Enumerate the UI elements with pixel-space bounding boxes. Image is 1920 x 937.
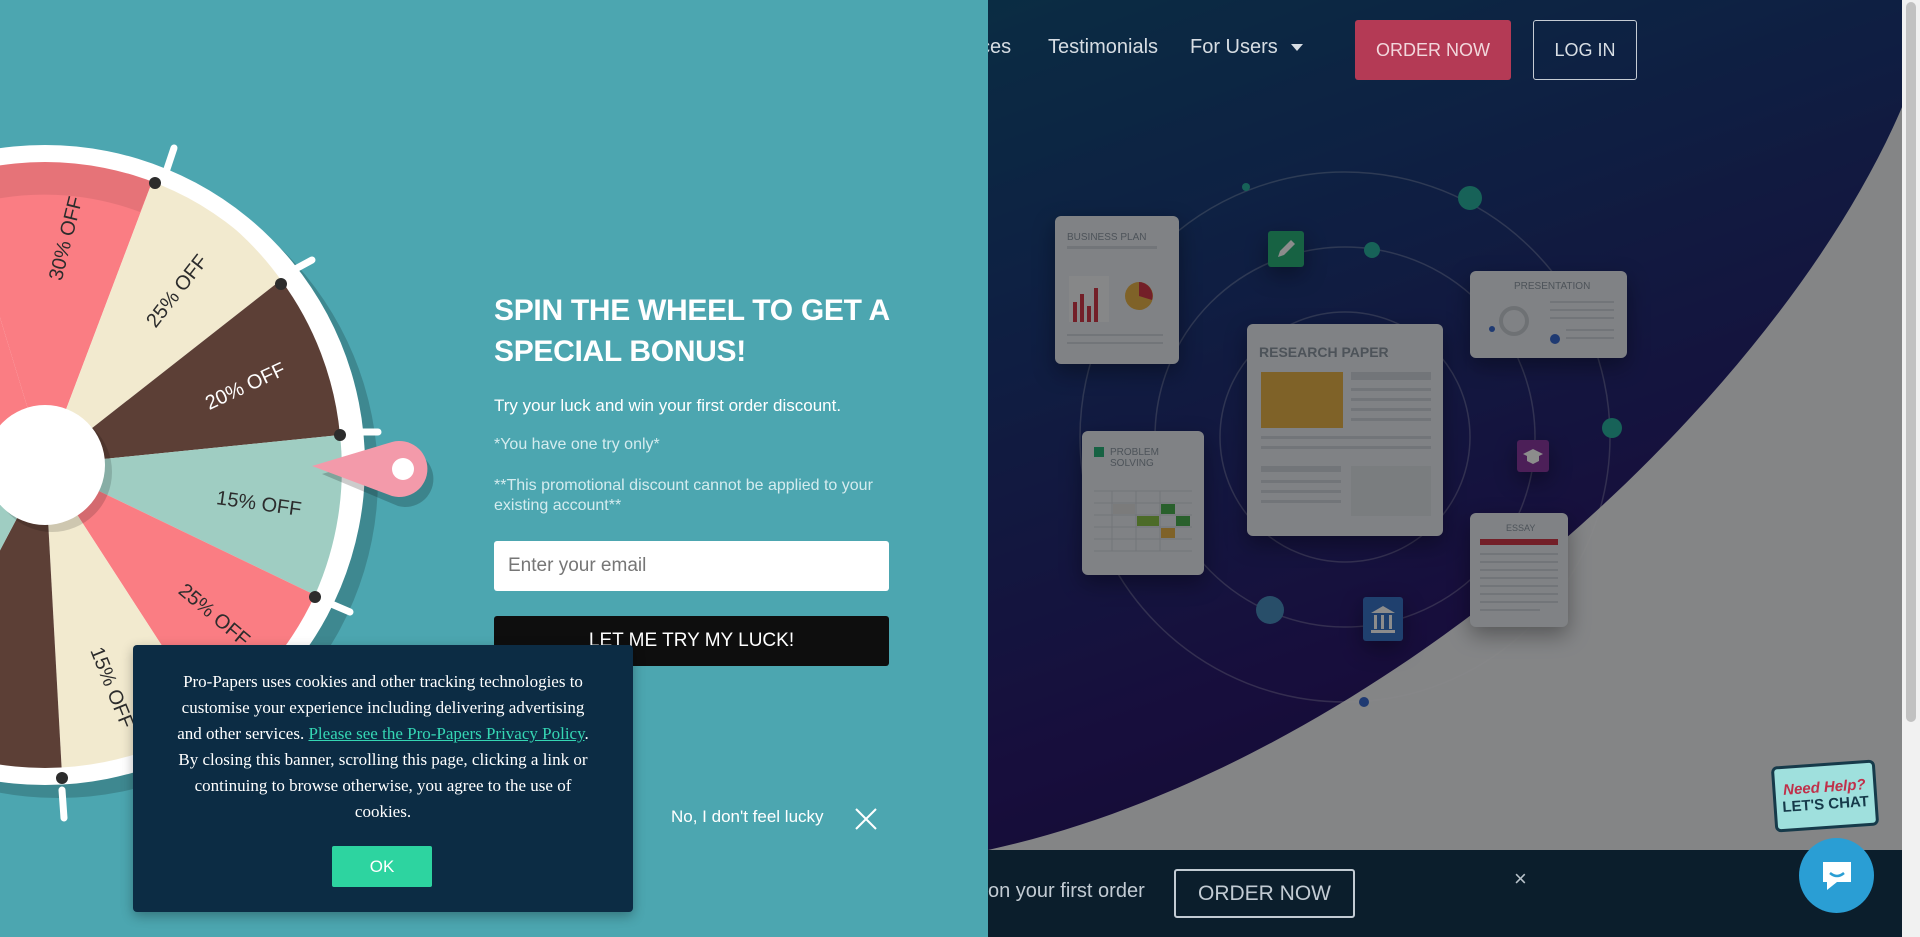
promo-order-now-button[interactable]: ORDER NOW bbox=[1174, 869, 1355, 918]
chat-button[interactable] bbox=[1799, 838, 1874, 913]
decline-link[interactable]: No, I don't feel lucky bbox=[671, 807, 824, 827]
need-help-badge[interactable]: Need Help? LET'S CHAT bbox=[1770, 759, 1880, 833]
order-now-button[interactable]: ORDER NOW bbox=[1355, 20, 1511, 80]
one-try-note: *You have one try only* bbox=[494, 436, 660, 453]
email-input[interactable] bbox=[494, 541, 889, 591]
page-scrollbar[interactable] bbox=[1902, 0, 1920, 937]
privacy-policy-link[interactable]: Please see the Pro-Papers Privacy Policy bbox=[308, 724, 584, 743]
spin-wheel-popup: 30% OFF 25% OFF 20% OFF 15% OFF 25% OFF … bbox=[0, 0, 988, 937]
log-in-button[interactable]: LOG IN bbox=[1533, 20, 1637, 80]
nav-testimonials-link[interactable]: Testimonials bbox=[1048, 36, 1158, 59]
popup-title: SPIN THE WHEEL TO GET A SPECIAL BONUS! bbox=[494, 294, 889, 368]
chat-bubble-icon bbox=[1822, 861, 1851, 890]
cookie-message: Pro-Papers uses cookies and other tracki… bbox=[173, 669, 593, 825]
popup-subtitle: Try your luck and win your first order d… bbox=[494, 396, 842, 415]
nav-for-users-label: For Users bbox=[1190, 36, 1278, 58]
promo-bar-close-icon[interactable]: × bbox=[1514, 866, 1527, 892]
caret-down-icon bbox=[1291, 44, 1304, 52]
scrollbar-thumb[interactable] bbox=[1906, 2, 1916, 722]
nav-for-users-dropdown[interactable]: For Users bbox=[1190, 36, 1304, 59]
promo-bar-text: on your first order bbox=[988, 880, 1145, 902]
close-icon[interactable] bbox=[853, 806, 879, 832]
existing-account-note: **This promotional discount cannot be ap… bbox=[494, 477, 873, 514]
cookie-ok-button[interactable]: OK bbox=[332, 846, 432, 887]
cookie-banner: Pro-Papers uses cookies and other tracki… bbox=[133, 645, 633, 912]
